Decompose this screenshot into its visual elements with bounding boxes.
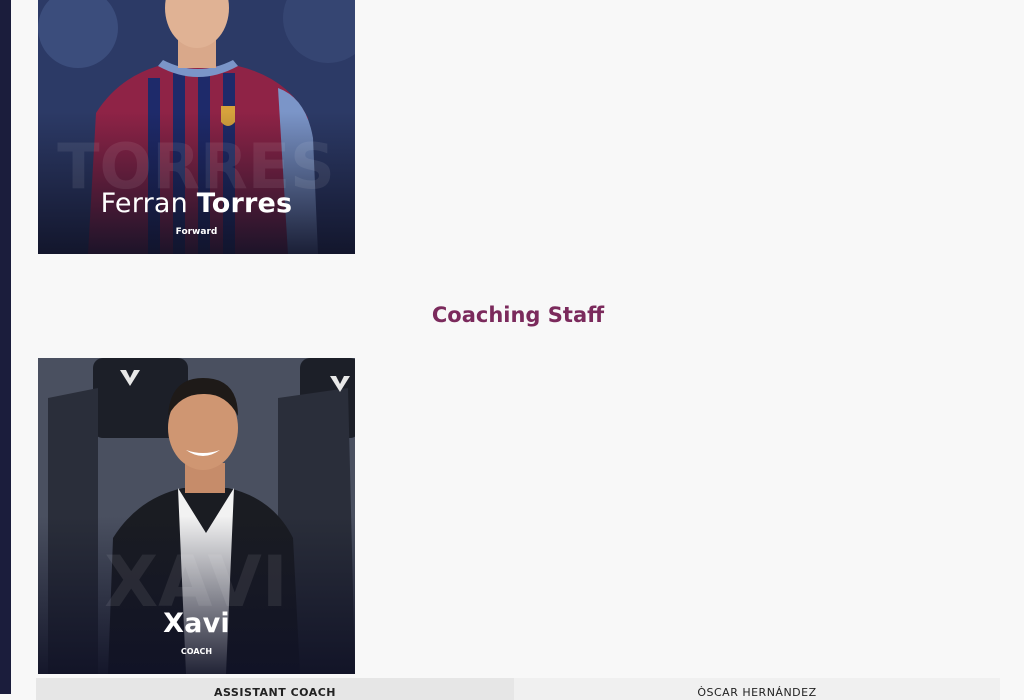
staff-table-row: ASSISTANT COACH ÒSCAR HERNÁNDEZ [36,678,1000,700]
player-position: Forward [175,227,218,237]
staff-role-cell: ASSISTANT COACH [36,678,514,700]
coach-name: Xavi [163,608,230,639]
coach-card[interactable]: XAVI Xavi COACH [38,358,355,674]
section-title: Coaching Staff [431,303,605,327]
staff-name-cell: ÒSCAR HERNÁNDEZ [514,678,1000,700]
coach-role: COACH [180,647,213,656]
player-first-name: Ferran [100,188,188,219]
player-last-name: Torres [196,188,293,219]
player-card[interactable]: TORRES Ferran Torres Forward [38,0,355,254]
player-name: Ferran Torres [38,188,355,219]
left-sidebar-rail [0,0,11,694]
